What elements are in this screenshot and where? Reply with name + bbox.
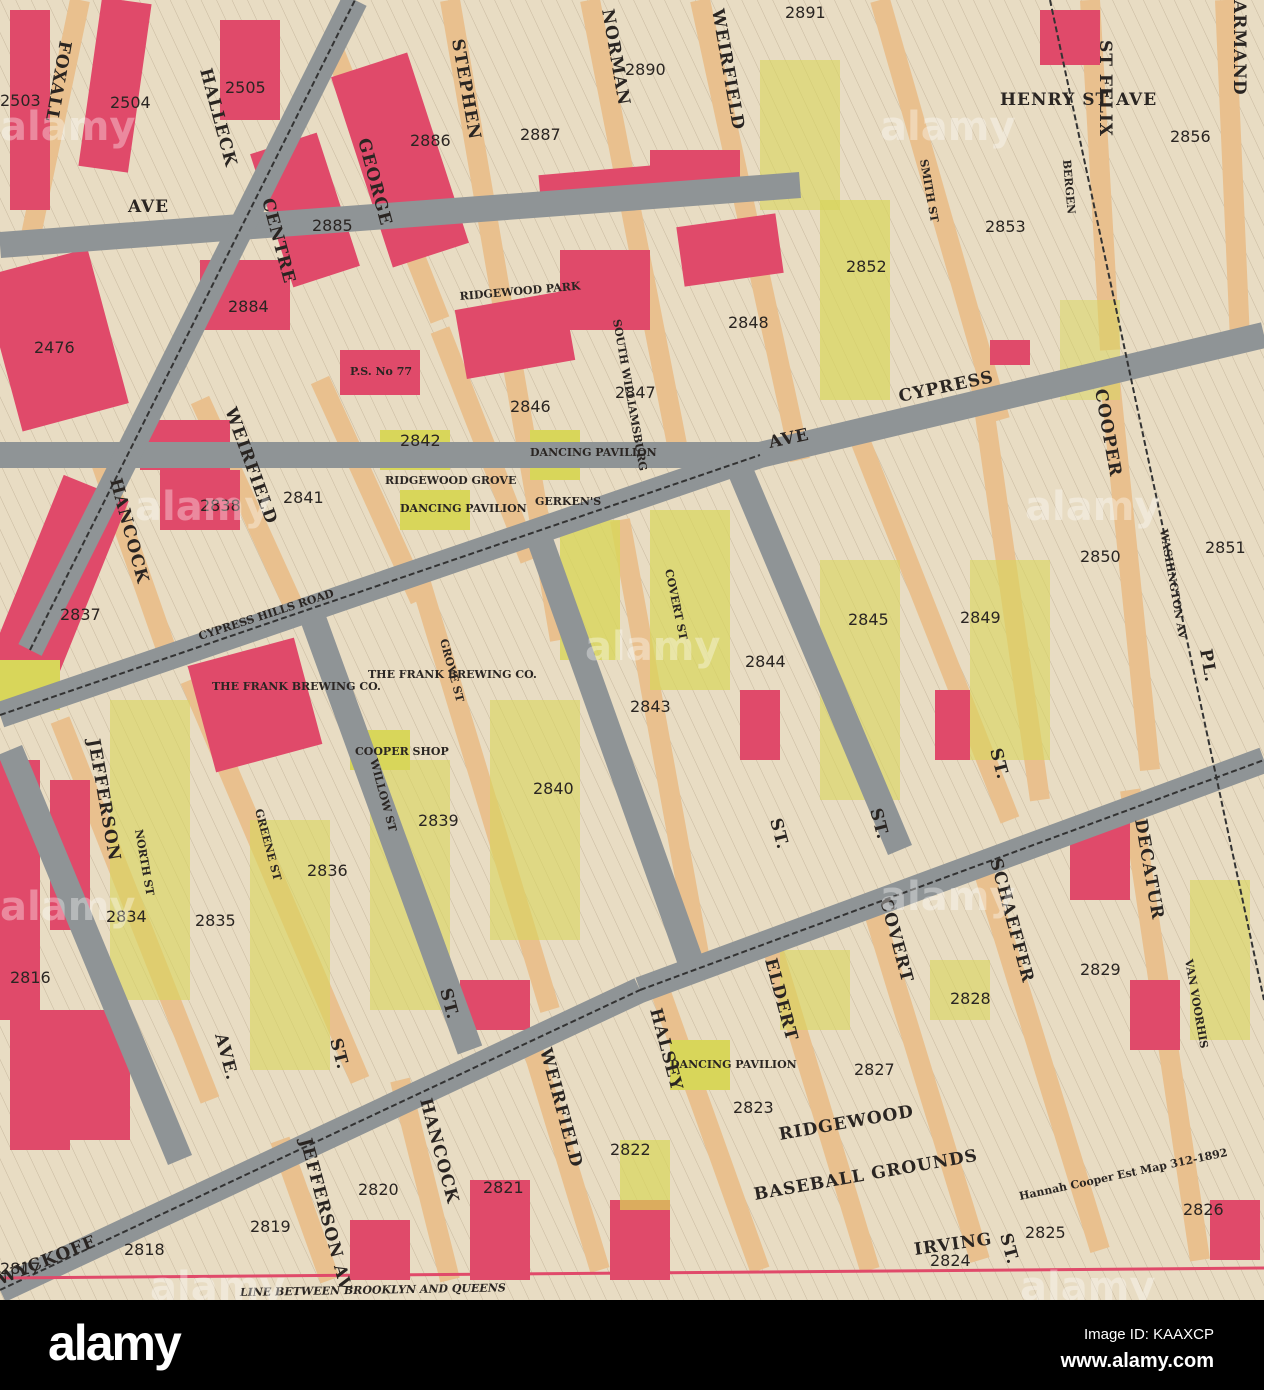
watermark: alamy: [880, 104, 1015, 150]
block-number: 2845: [848, 610, 889, 629]
block-number: 2849: [960, 608, 1001, 627]
watermark: alamy: [135, 484, 270, 530]
block-number: 2890: [625, 60, 666, 79]
landmark-label: DANCING PAVILION: [530, 446, 657, 459]
watermark: alamy: [0, 104, 135, 150]
watermark: alamy: [0, 884, 135, 930]
block-number: 2828: [950, 989, 991, 1008]
alamy-logo: alamy: [48, 1315, 182, 1371]
landmark-label: DANCING PAVILION: [670, 1058, 797, 1071]
block-number: 2505: [225, 78, 266, 97]
fire-insurance-map: STEPHEN NORMAN WEIRFIELD ST FELIX ARMAND…: [0, 0, 1264, 1300]
landmark-label: THE FRANK BREWING CO.: [212, 680, 381, 693]
block-number: 2852: [846, 257, 887, 276]
block-number: 2853: [985, 217, 1026, 236]
block-number: 2840: [533, 779, 574, 798]
block-number: 2846: [510, 397, 551, 416]
stock-footer-bar: alamy Image ID: KAAXCP www.alamy.com: [0, 1300, 1264, 1390]
block-number: 2824: [930, 1251, 971, 1270]
landmark-label: P.S. No 77: [350, 365, 412, 378]
street-label: ARMAND: [1229, 0, 1249, 96]
watermark: alamy: [1020, 1264, 1155, 1300]
watermark: alamy: [1025, 484, 1160, 530]
block-number: 2819: [250, 1217, 291, 1236]
block-number: 2848: [728, 313, 769, 332]
block-number: 2836: [307, 861, 348, 880]
block-number: 2850: [1080, 547, 1121, 566]
street-label: ST FELIX: [1095, 40, 1115, 137]
block-number: 2841: [283, 488, 324, 507]
block-number: 2822: [610, 1140, 651, 1159]
street-label: AVE: [127, 197, 169, 217]
block-number: 2823: [733, 1098, 774, 1117]
block-number: 2843: [630, 697, 671, 716]
street-label: HENRY ST AVE: [1000, 90, 1157, 110]
block-number: 2818: [124, 1240, 165, 1259]
landmark-label: DANCING PAVILION: [400, 502, 527, 515]
block-number: 2825: [1025, 1223, 1066, 1242]
landmark-label: GERKEN'S: [535, 495, 601, 508]
watermark: alamy: [585, 624, 720, 670]
landmark-label: RIDGEWOOD GROVE: [385, 474, 516, 487]
block-number: 2829: [1080, 960, 1121, 979]
block-number: 2826: [1183, 1200, 1224, 1219]
block-number: 2887: [520, 125, 561, 144]
block-number: 2847: [615, 383, 656, 402]
watermark: alamy: [150, 1264, 285, 1300]
block-number: 2886: [410, 131, 451, 150]
block-number: 2817: [0, 1259, 41, 1278]
block-number: 2816: [10, 968, 51, 987]
block-number: 2884: [228, 297, 269, 316]
block-number: 2835: [195, 911, 236, 930]
block-number: 2820: [358, 1180, 399, 1199]
image-id: Image ID: KAAXCP: [1083, 1326, 1214, 1343]
block-number: 2827: [854, 1060, 895, 1079]
block-number: 2821: [483, 1178, 524, 1197]
block-number: 2476: [34, 338, 75, 357]
block-number: 2885: [312, 216, 353, 235]
watermark: alamy: [880, 874, 1015, 920]
block-number: 2856: [1170, 127, 1211, 146]
site-url: www.alamy.com: [1060, 1350, 1214, 1372]
block-number: 2839: [418, 811, 459, 830]
block-number: 2851: [1205, 538, 1246, 557]
block-number: 2837: [60, 605, 101, 624]
block-number: 2891: [785, 3, 826, 22]
landmark-label: THE FRANK BREWING CO.: [368, 668, 537, 681]
block-number: 2844: [745, 652, 786, 671]
map-image: STEPHEN NORMAN WEIRFIELD ST FELIX ARMAND…: [0, 0, 1264, 1390]
landmark-label: COOPER SHOP: [355, 745, 449, 758]
block-number: 2842: [400, 431, 441, 450]
